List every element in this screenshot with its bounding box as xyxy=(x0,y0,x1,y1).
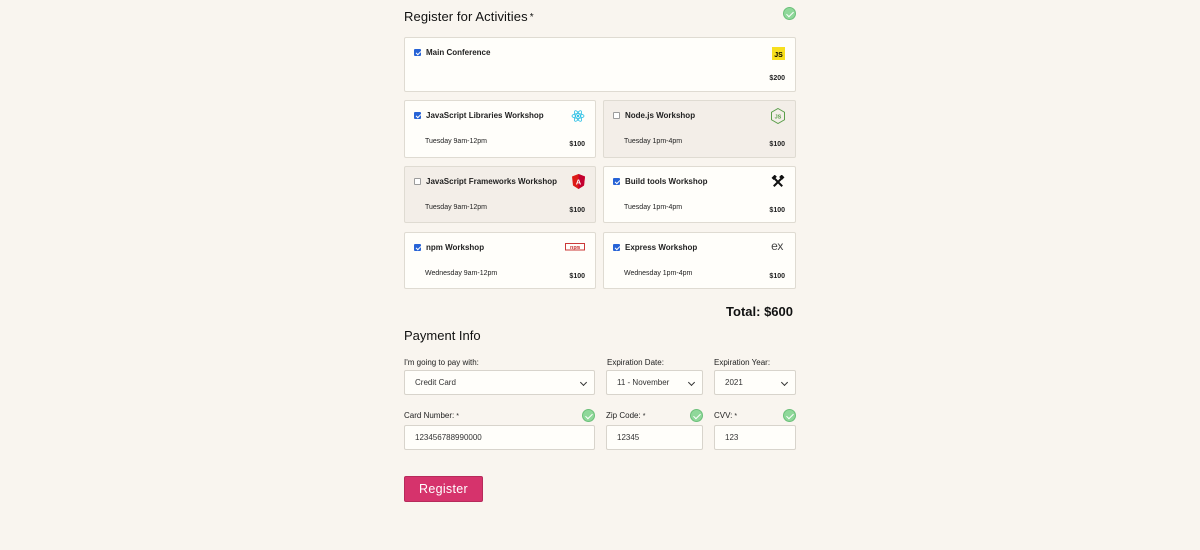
activity-checkbox[interactable] xyxy=(414,244,421,251)
activity-js-frameworks[interactable]: JavaScript Frameworks Workshop A Tuesday… xyxy=(404,166,596,223)
activities-heading: Register for Activities * xyxy=(404,9,534,24)
activity-price: $100 xyxy=(769,273,785,280)
svg-text:A: A xyxy=(576,178,582,187)
exp-year-value: 2021 xyxy=(725,378,743,387)
express-icon: ex xyxy=(771,239,783,253)
activity-checkbox[interactable] xyxy=(414,49,421,56)
exp-month-select[interactable]: 11 - November xyxy=(606,370,703,395)
card-number-value: 123456788990000 xyxy=(415,433,482,442)
activity-express[interactable]: Express Workshop ex Wednesday 1pm-4pm $1… xyxy=(603,232,796,289)
activity-name: JavaScript Libraries Workshop xyxy=(426,111,544,120)
activity-time: Tuesday 9am-12pm xyxy=(425,138,487,145)
activity-js-libraries[interactable]: JavaScript Libraries Workshop Tuesday 9a… xyxy=(404,100,596,158)
exp-date-label: Expiration Date: xyxy=(607,358,664,367)
react-icon xyxy=(571,109,585,123)
chevron-down-icon xyxy=(579,378,588,387)
chevron-down-icon xyxy=(780,378,789,387)
activity-name: Express Workshop xyxy=(625,243,698,252)
payment-method-value: Credit Card xyxy=(415,378,456,387)
activity-nodejs[interactable]: Node.js Workshop JS Tuesday 1pm-4pm $100 xyxy=(603,100,796,158)
nodejs-icon: JS xyxy=(771,108,785,124)
activity-name: Build tools Workshop xyxy=(625,177,708,186)
activity-main-conference[interactable]: Main Conference JS $200 xyxy=(404,37,796,92)
activity-time: Wednesday 1pm-4pm xyxy=(624,270,693,277)
payment-method-select[interactable]: Credit Card xyxy=(404,370,595,395)
zip-valid-check-icon xyxy=(690,409,703,422)
cvv-label: CVV: * xyxy=(714,411,738,420)
exp-month-value: 11 - November xyxy=(617,378,670,387)
activity-time: Wednesday 9am-12pm xyxy=(425,270,498,277)
register-button[interactable]: Register xyxy=(404,476,483,502)
activity-time: Tuesday 1pm-4pm xyxy=(624,204,683,211)
activity-name: Node.js Workshop xyxy=(625,111,696,120)
zip-code-label: Zip Code: * xyxy=(606,411,646,420)
activity-time: Tuesday 1pm-4pm xyxy=(624,138,683,145)
activity-checkbox[interactable] xyxy=(414,112,421,119)
activity-price: $100 xyxy=(769,141,785,148)
activity-name: Main Conference xyxy=(426,48,491,57)
zip-code-input[interactable]: 12345 xyxy=(606,425,703,450)
activity-price: $100 xyxy=(569,141,585,148)
payment-heading: Payment Info xyxy=(404,328,481,343)
card-number-input[interactable]: 123456788990000 xyxy=(404,425,595,450)
activity-time: Tuesday 9am-12pm xyxy=(425,204,487,211)
activity-checkbox[interactable] xyxy=(613,112,620,119)
activity-checkbox[interactable] xyxy=(414,178,421,185)
svg-text:JS: JS xyxy=(775,115,782,121)
exp-year-select[interactable]: 2021 xyxy=(714,370,796,395)
exp-year-label: Expiration Year: xyxy=(714,358,771,367)
pay-with-label: I'm going to pay with: xyxy=(404,358,479,367)
activity-build-tools[interactable]: Build tools Workshop Tuesday 1pm-4pm $10… xyxy=(603,166,796,223)
activity-price: $100 xyxy=(569,273,585,280)
activity-price: $100 xyxy=(569,207,585,214)
registration-form: Register for Activities * Main Conference… xyxy=(404,0,796,550)
cvv-input[interactable]: 123 xyxy=(714,425,796,450)
zip-code-value: 12345 xyxy=(617,433,640,442)
cvv-valid-check-icon xyxy=(783,409,796,422)
card-number-label: Card Number: * xyxy=(404,411,459,420)
total-cost: Total: $600 xyxy=(726,304,793,319)
activity-name: npm Workshop xyxy=(426,243,485,252)
build-tools-icon xyxy=(771,175,785,189)
activity-checkbox[interactable] xyxy=(613,178,620,185)
activities-valid-check-icon xyxy=(783,7,796,20)
card-valid-check-icon xyxy=(582,409,595,422)
svg-text:npm: npm xyxy=(570,244,581,251)
activity-price: $100 xyxy=(769,207,785,214)
activity-npm[interactable]: npm Workshop npm Wednesday 9am-12pm $100 xyxy=(404,232,596,289)
activity-name: JavaScript Frameworks Workshop xyxy=(426,177,558,186)
javascript-icon: JS xyxy=(772,47,785,60)
cvv-value: 123 xyxy=(725,433,739,442)
activity-checkbox[interactable] xyxy=(613,244,620,251)
chevron-down-icon xyxy=(687,378,696,387)
angular-icon: A xyxy=(572,174,585,189)
npm-icon: npm xyxy=(565,243,585,251)
activity-price: $200 xyxy=(769,75,785,82)
